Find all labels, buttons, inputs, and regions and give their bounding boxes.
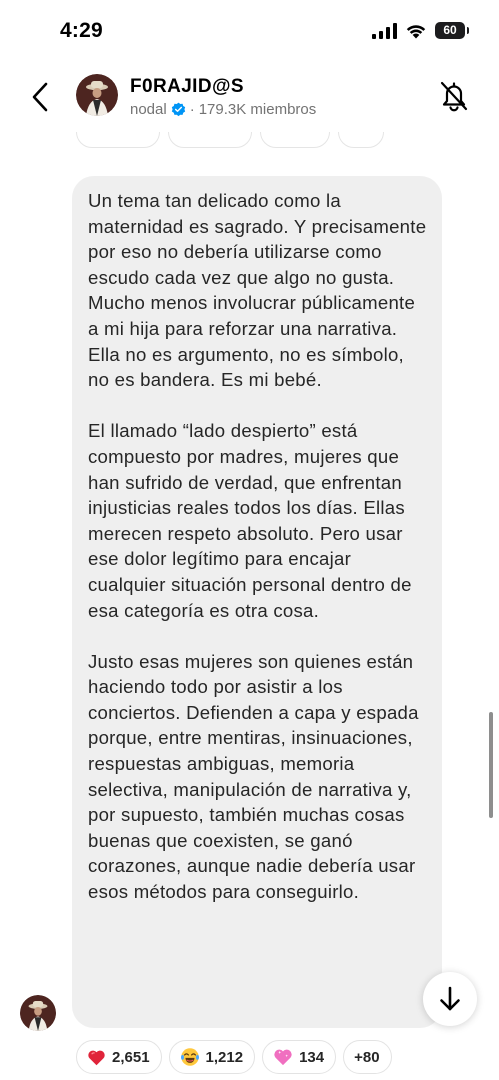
reactions-row: 2,651 1,212 134 +80 [76, 1040, 392, 1074]
creator-name: nodal [130, 101, 167, 118]
channel-header: F0RAJID@S nodal · 179.3K miembros [0, 66, 499, 132]
channel-title[interactable]: F0RAJID@S [130, 76, 244, 98]
previous-reaction-chip[interactable] [168, 132, 252, 148]
sender-avatar[interactable] [20, 995, 56, 1031]
previous-reaction-chip[interactable] [338, 132, 384, 148]
more-reactions-chip[interactable]: +80 [343, 1040, 392, 1074]
reaction-laughing[interactable]: 1,212 [168, 1040, 256, 1074]
wifi-icon [406, 24, 426, 38]
reaction-count: 2,651 [112, 1048, 150, 1066]
cellular-signal-icon [372, 22, 397, 39]
message-bubble[interactable]: Un tema tan delicado como la maternidad … [72, 176, 442, 1028]
reaction-count: 1,212 [205, 1048, 244, 1066]
previous-message-reactions [76, 132, 396, 152]
message-paragraph: El llamado “lado despierto” está compues… [88, 420, 412, 621]
notifications-muted-button[interactable] [437, 78, 471, 114]
arrow-down-icon [440, 986, 460, 1011]
previous-reaction-chip[interactable] [76, 132, 160, 148]
back-button[interactable] [24, 80, 56, 114]
bell-off-icon [440, 81, 468, 112]
status-time: 4:29 [60, 19, 103, 42]
scroll-to-bottom-button[interactable] [423, 972, 477, 1026]
reaction-count: 134 [299, 1048, 325, 1066]
member-count: 179.3K miembros [198, 101, 317, 118]
reaction-pink-heart[interactable]: 134 [262, 1040, 337, 1074]
scrollbar-thumb[interactable] [489, 712, 493, 818]
chevron-left-icon [32, 82, 48, 112]
message-paragraph: Un tema tan delicado como la maternidad … [88, 190, 427, 391]
status-bar: 4:29 60 [0, 0, 499, 66]
separator-dot: · [189, 101, 195, 118]
status-icons: 60 [372, 22, 469, 39]
channel-subtitle: nodal · 179.3K miembros [130, 101, 316, 118]
pink-heart-icon [273, 1048, 293, 1066]
more-reactions-count: +80 [354, 1048, 380, 1066]
channel-avatar[interactable] [76, 74, 118, 116]
message-paragraph: Justo esas mujeres son quienes están hac… [88, 650, 419, 903]
laughing-emoji-icon [180, 1047, 200, 1067]
reaction-heart[interactable]: 2,651 [76, 1040, 162, 1074]
verified-badge-icon [171, 102, 186, 117]
battery-icon: 60 [435, 22, 469, 39]
previous-reaction-chip[interactable] [260, 132, 330, 148]
heart-icon [87, 1049, 106, 1066]
